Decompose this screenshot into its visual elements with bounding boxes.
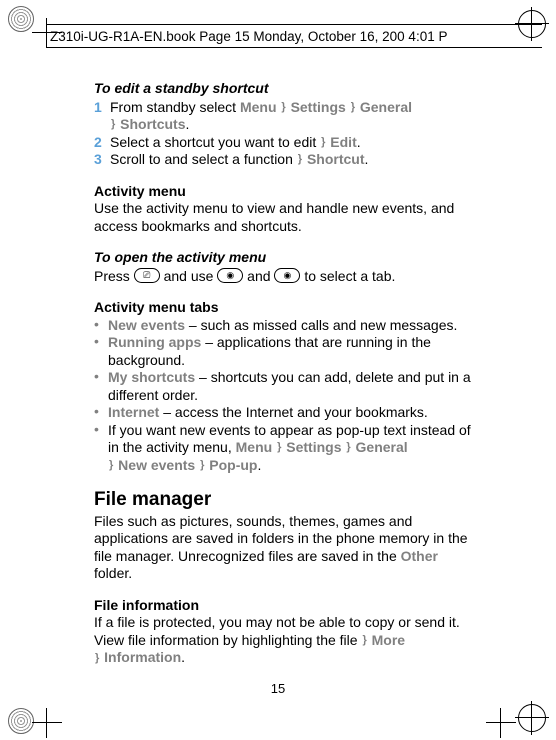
nav-arrow-icon: } (346, 441, 350, 455)
section-edit-shortcut: To edit a standby shortcut 1 From standb… (94, 80, 474, 169)
nav-arrow-icon: } (298, 153, 302, 167)
step-1: 1 From standby select Menu } Settings } … (94, 99, 474, 134)
menu-settings: Settings (291, 99, 346, 115)
heading-open-activity: To open the activity menu (94, 249, 474, 267)
bullet-my-shortcuts: • My shortcuts – shortcuts you can add, … (94, 369, 474, 404)
menu-general2: General (356, 439, 408, 455)
file-manager-body: Files such as pictures, sounds, themes, … (94, 513, 474, 583)
nav-left-icon: ◉ (217, 268, 243, 283)
menu-information: Information (104, 649, 181, 665)
folder-other: Other (401, 548, 438, 564)
activity-key-icon: ⎚ (134, 268, 160, 283)
and-text: and (243, 268, 274, 284)
step-3: 3 Scroll to and select a function } Shor… (94, 151, 474, 169)
section-file-info: File information If a file is protected,… (94, 597, 474, 667)
step-num-1: 1 (94, 99, 110, 134)
use-text: and use (160, 268, 218, 284)
bullet-popup: • If you want new events to appear as po… (94, 422, 474, 475)
nav-arrow-icon: } (95, 652, 99, 666)
label-internet: Internet (108, 404, 159, 420)
file-info-body: If a file is protected, you may not be a… (94, 614, 474, 667)
section-open-activity: To open the activity menu Press ⎚ and us… (94, 249, 474, 285)
step2-pre: Select a shortcut you want to edit (110, 134, 320, 150)
crop-circle-tl (8, 6, 34, 32)
heading-file-info: File information (94, 597, 474, 615)
open-activity-body: Press ⎚ and use ◉ and ◉ to select a tab. (94, 268, 474, 286)
bullet-icon: • (94, 317, 108, 335)
label-running-apps: Running apps (108, 334, 201, 350)
bullet-icon: • (94, 369, 108, 404)
page-content: To edit a standby shortcut 1 From standb… (94, 80, 474, 681)
step-body-2: Select a shortcut you want to edit } Edi… (110, 134, 474, 152)
heading-activity-tabs: Activity menu tabs (94, 299, 474, 317)
nav-arrow-icon: } (362, 634, 366, 648)
nav-arrow-icon: } (321, 136, 325, 150)
menu-popup: Pop-up (209, 457, 257, 473)
crop-circle-bl (8, 708, 34, 734)
page-number: 15 (0, 681, 556, 696)
activity-menu-body: Use the activity menu to view and handle… (94, 200, 474, 235)
step-num-3: 3 (94, 151, 110, 169)
nav-arrow-icon: } (109, 459, 113, 473)
crop-target-br (518, 704, 546, 732)
step1-pre: From standby select (110, 99, 240, 115)
menu-edit: Edit (330, 134, 356, 150)
menu-menu2: Menu (236, 439, 273, 455)
section-file-manager: File manager Files such as pictures, sou… (94, 488, 474, 583)
nav-arrow-icon: } (277, 441, 281, 455)
post-text: to select a tab. (300, 268, 395, 284)
menu-shortcut: Shortcut (307, 151, 365, 167)
nav-arrow-icon: } (111, 118, 115, 132)
menu-more: More (372, 632, 405, 648)
page-meta-text: Z310i-UG-R1A-EN.book Page 15 Monday, Oct… (50, 29, 447, 44)
bullet-icon: • (94, 422, 108, 475)
menu-shortcuts: Shortcuts (120, 116, 185, 132)
heading-activity-menu: Activity menu (94, 183, 474, 201)
label-new-events: New events (108, 317, 185, 333)
menu-newevents: New events (118, 457, 195, 473)
step3-pre: Scroll to and select a function (110, 151, 297, 167)
step-body-1: From standby select Menu } Settings } Ge… (110, 99, 474, 134)
step-2: 2 Select a shortcut you want to edit } E… (94, 134, 474, 152)
bullet-new-events: • New events – such as missed calls and … (94, 317, 474, 335)
text-internet: – access the Internet and your bookmarks… (159, 404, 427, 420)
bullet-icon: • (94, 334, 108, 369)
step-body-3: Scroll to and select a function } Shortc… (110, 151, 474, 169)
nav-arrow-icon: } (281, 101, 285, 115)
page-meta-header: Z310i-UG-R1A-EN.book Page 15 Monday, Oct… (46, 24, 542, 48)
label-my-shortcuts: My shortcuts (108, 369, 195, 385)
nav-arrow-icon: } (200, 459, 204, 473)
nav-arrow-icon: } (351, 101, 355, 115)
bullet-internet: • Internet – access the Internet and you… (94, 404, 474, 422)
heading-edit-shortcut: To edit a standby shortcut (94, 80, 474, 98)
crop-cross-bl (32, 708, 62, 738)
step-num-2: 2 (94, 134, 110, 152)
section-activity-menu: Activity menu Use the activity menu to v… (94, 183, 474, 236)
menu-settings2: Settings (286, 439, 341, 455)
section-activity-tabs: Activity menu tabs • New events – such a… (94, 299, 474, 474)
crop-cross-br (486, 708, 516, 738)
menu-general: General (360, 99, 412, 115)
bullet-running-apps: • Running apps – applications that are r… (94, 334, 474, 369)
nav-right-icon: ◉ (274, 268, 300, 283)
heading-file-manager: File manager (94, 488, 474, 512)
fm-post: folder. (94, 565, 132, 581)
bullet-icon: • (94, 404, 108, 422)
menu-menu: Menu (240, 99, 277, 115)
press-text: Press (94, 268, 134, 284)
text-new-events: – such as missed calls and new messages. (185, 317, 457, 333)
